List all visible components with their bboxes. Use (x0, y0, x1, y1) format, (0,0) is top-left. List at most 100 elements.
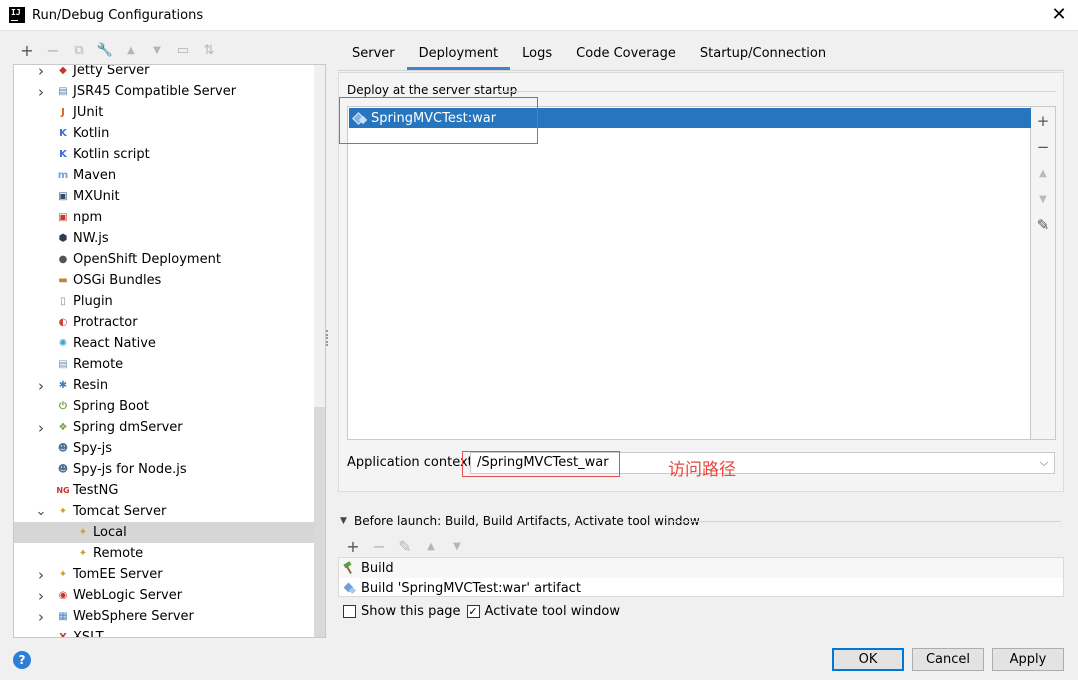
tree-item-label: Protractor (73, 315, 138, 330)
chevron-right-icon[interactable]: › (36, 606, 46, 627)
tree-item[interactable]: m Maven (14, 165, 314, 186)
tab-startup-connection[interactable]: Startup/Connection (688, 42, 838, 70)
tree-item[interactable]: X XSLT (14, 627, 314, 637)
deploy-list-toolbar: + − ▲ ▼ ✎ (1031, 106, 1056, 440)
chevron-right-icon[interactable]: › (36, 81, 46, 102)
protractor-icon: ◐ (58, 316, 68, 328)
openshift-icon: ● (58, 253, 68, 265)
tree-item-label: OpenShift Deployment (73, 252, 221, 267)
tree-item[interactable]: ⬢ NW.js (14, 228, 314, 249)
configurations-tree[interactable]: X XSLT › ▦ WebSphere Server › ◉ WebLogic Server… (13, 64, 326, 638)
help-icon[interactable]: ? (13, 651, 31, 669)
sort-icon[interactable]: ⇅ (196, 39, 222, 61)
tree-item[interactable]: › ✱ Resin (14, 375, 314, 396)
plus-icon[interactable]: + (14, 39, 40, 61)
tree-item[interactable]: ✺ React Native (14, 333, 314, 354)
before-launch-task[interactable]: Build (339, 558, 1063, 578)
tree-item-label: Spring Boot (73, 399, 150, 414)
tab-deployment[interactable]: Deployment (406, 42, 511, 70)
before-launch-list[interactable]: Build Build 'SpringMVCTest:war' artifact (338, 557, 1064, 597)
spy-js-node-icon: ☻ (57, 463, 69, 475)
tab-logs[interactable]: Logs (510, 42, 564, 70)
tomee-icon: ✦ (58, 568, 68, 580)
tree-item[interactable]: ▬ OSGi Bundles (14, 270, 314, 291)
chevron-right-icon[interactable]: › (36, 564, 46, 585)
kotlin-icon: K (59, 127, 67, 139)
tree-item-label: Resin (73, 378, 109, 393)
wrench-icon[interactable]: 🔧 (92, 39, 118, 61)
tomcat-local-icon: ✦ (78, 526, 88, 538)
tree-scrollbar[interactable] (314, 65, 325, 637)
tree-item[interactable]: ▣ npm (14, 207, 314, 228)
spy-js-icon: ☻ (57, 442, 69, 454)
deploy-artifacts-list[interactable]: SpringMVCTest:war (347, 106, 1031, 440)
close-icon[interactable]: ✕ (1050, 6, 1068, 24)
tree-scrollbar-thumb[interactable] (314, 407, 325, 637)
app-context-combobox[interactable]: /SpringMVCTest_war (470, 452, 1055, 474)
tree-item[interactable]: ● OpenShift Deployment (14, 249, 314, 270)
show-this-page-label[interactable]: Show this page (361, 604, 461, 619)
plus-icon[interactable]: + (340, 536, 366, 556)
before-launch-header[interactable]: ▼ Before launch: Build, Build Artifacts,… (340, 514, 700, 528)
tree-item[interactable]: ▤ Remote (14, 354, 314, 375)
activate-tool-window-label[interactable]: Activate tool window (485, 604, 620, 619)
splitter-handle[interactable] (326, 330, 330, 346)
tree-item[interactable]: ✦ Remote (14, 543, 314, 564)
tree-item[interactable]: ▣ MXUnit (14, 186, 314, 207)
activate-tool-window-checkbox[interactable]: ✓ (466, 605, 480, 618)
move-up-icon[interactable]: ▲ (418, 536, 444, 556)
minus-icon[interactable]: − (40, 39, 66, 61)
edit-icon[interactable]: ✎ (1031, 214, 1055, 236)
tree-item[interactable]: ⏻ Spring Boot (14, 396, 314, 417)
ok-button[interactable]: OK (832, 648, 904, 671)
tab-code-coverage[interactable]: Code Coverage (564, 42, 688, 70)
nwjs-icon: ⬢ (58, 232, 68, 244)
apply-button[interactable]: Apply (992, 648, 1064, 671)
tree-item[interactable]: › ▤ JSR45 Compatible Server (14, 81, 314, 102)
chevron-down-icon[interactable]: ⌄ (36, 501, 47, 522)
show-this-page-checkbox[interactable] (343, 605, 356, 618)
configurations-toolbar: + − ⧉ 🔧 ▲ ▼ ▭ ⇅ (14, 38, 222, 62)
move-up-icon[interactable]: ▲ (1031, 162, 1055, 184)
tree-item-label: Local (93, 525, 127, 540)
chevron-right-icon[interactable]: › (36, 585, 46, 606)
tree-item[interactable]: K Kotlin script (14, 144, 314, 165)
tree-item[interactable]: J JUnit (14, 102, 314, 123)
cancel-button[interactable]: Cancel (912, 648, 984, 671)
before-launch-task[interactable]: Build 'SpringMVCTest:war' artifact (339, 578, 1063, 598)
tree-item[interactable]: ▯ Plugin (14, 291, 314, 312)
tree-item[interactable]: K Kotlin (14, 123, 314, 144)
testng-icon: NG (56, 485, 70, 495)
chevron-right-icon[interactable]: › (36, 375, 46, 396)
move-down-icon[interactable]: ▼ (1031, 188, 1055, 210)
chevron-right-icon[interactable]: › (36, 417, 46, 438)
osgi-icon: ▬ (58, 274, 68, 286)
tree-item[interactable]: › ◆ Jetty Server (14, 65, 314, 81)
tree-item[interactable]: ⌄ ✦ Tomcat Server (14, 501, 314, 522)
deploy-artifact-item[interactable]: SpringMVCTest:war (349, 108, 1031, 128)
copy-icon[interactable]: ⧉ (66, 39, 92, 61)
tree-item[interactable]: › ✦ TomEE Server (14, 564, 314, 585)
collapse-arrow-icon[interactable]: ▼ (340, 516, 354, 526)
deploy-artifact-label: SpringMVCTest:war (371, 110, 497, 126)
tree-item[interactable]: ◐ Protractor (14, 312, 314, 333)
plus-icon[interactable]: + (1031, 110, 1055, 132)
move-down-icon[interactable]: ▼ (144, 39, 170, 61)
tree-item[interactable]: ✦ Local (14, 522, 314, 543)
edit-icon[interactable]: ✎ (392, 536, 418, 556)
tab-server[interactable]: Server (340, 42, 407, 70)
tree-item[interactable]: › ❖ Spring dmServer (14, 417, 314, 438)
minus-icon[interactable]: − (366, 536, 392, 556)
folder-icon[interactable]: ▭ (170, 39, 196, 61)
tree-item[interactable]: › ◉ WebLogic Server (14, 585, 314, 606)
tree-item[interactable]: NG TestNG (14, 480, 314, 501)
tree-item[interactable]: ☻ Spy-js for Node.js (14, 459, 314, 480)
move-up-icon[interactable]: ▲ (118, 39, 144, 61)
chevron-down-icon[interactable]: ⌵ (1036, 455, 1052, 471)
tree-item-label: Tomcat Server (73, 504, 167, 519)
move-down-icon[interactable]: ▼ (444, 536, 470, 556)
chevron-right-icon[interactable]: › (36, 65, 46, 81)
tree-item[interactable]: ☻ Spy-js (14, 438, 314, 459)
tree-item[interactable]: › ▦ WebSphere Server (14, 606, 314, 627)
minus-icon[interactable]: − (1031, 136, 1055, 158)
